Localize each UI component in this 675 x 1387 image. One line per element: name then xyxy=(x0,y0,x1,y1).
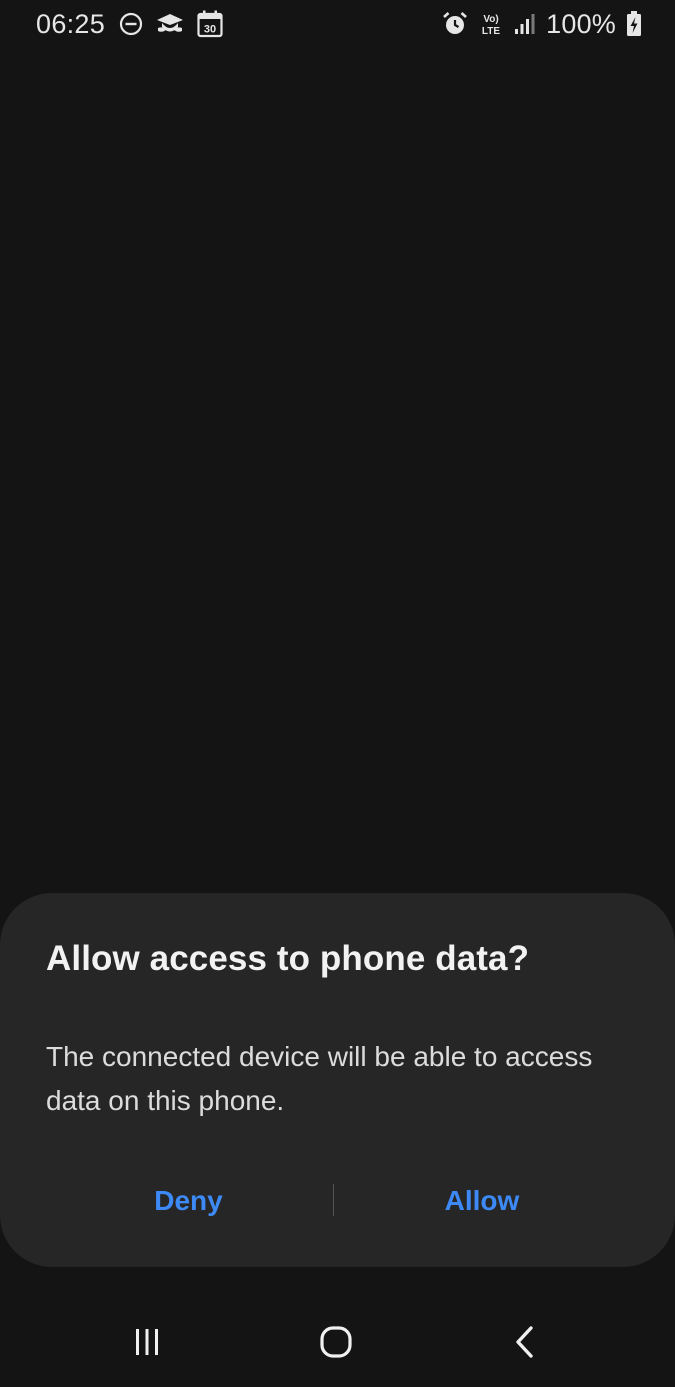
volte-label-bottom: LTE xyxy=(482,26,500,37)
volte-label-top: Vo) xyxy=(483,14,498,25)
recents-button[interactable] xyxy=(102,1314,192,1370)
battery-percent: 100% xyxy=(546,8,616,39)
signal-icon xyxy=(514,12,536,36)
recents-icon xyxy=(132,1327,162,1357)
app-notification-icon xyxy=(155,11,185,37)
screen: 06:25 30 Vo) LTE 100% Allow access to ph… xyxy=(0,0,675,1387)
status-bar: 06:25 30 Vo) LTE 100% xyxy=(0,0,675,48)
status-bar-left: 06:25 30 xyxy=(36,6,223,42)
home-button[interactable] xyxy=(291,1314,381,1370)
back-icon xyxy=(513,1325,537,1359)
allow-button[interactable]: Allow xyxy=(335,1171,629,1231)
battery-charging-icon xyxy=(626,11,642,37)
dialog-title: Allow access to phone data? xyxy=(46,939,530,978)
navigation-bar xyxy=(0,1300,675,1387)
permission-dialog: Allow access to phone data? The connecte… xyxy=(0,893,675,1267)
status-time: 06:25 xyxy=(36,8,106,39)
status-bar-right: Vo) LTE 100% xyxy=(442,6,642,42)
do-not-disturb-icon xyxy=(119,12,143,36)
dialog-message: The connected device will be able to acc… xyxy=(46,1041,593,1116)
actions-divider xyxy=(333,1184,334,1216)
deny-button[interactable]: Deny xyxy=(40,1171,337,1231)
back-button[interactable] xyxy=(480,1314,570,1370)
volte-icon: Vo) LTE xyxy=(478,11,504,37)
home-icon xyxy=(319,1325,353,1359)
dialog-actions: Deny Allow xyxy=(0,1171,675,1231)
alarm-icon xyxy=(442,11,468,37)
calendar-icon: 30 xyxy=(197,10,223,38)
calendar-day-text: 30 xyxy=(204,24,216,36)
